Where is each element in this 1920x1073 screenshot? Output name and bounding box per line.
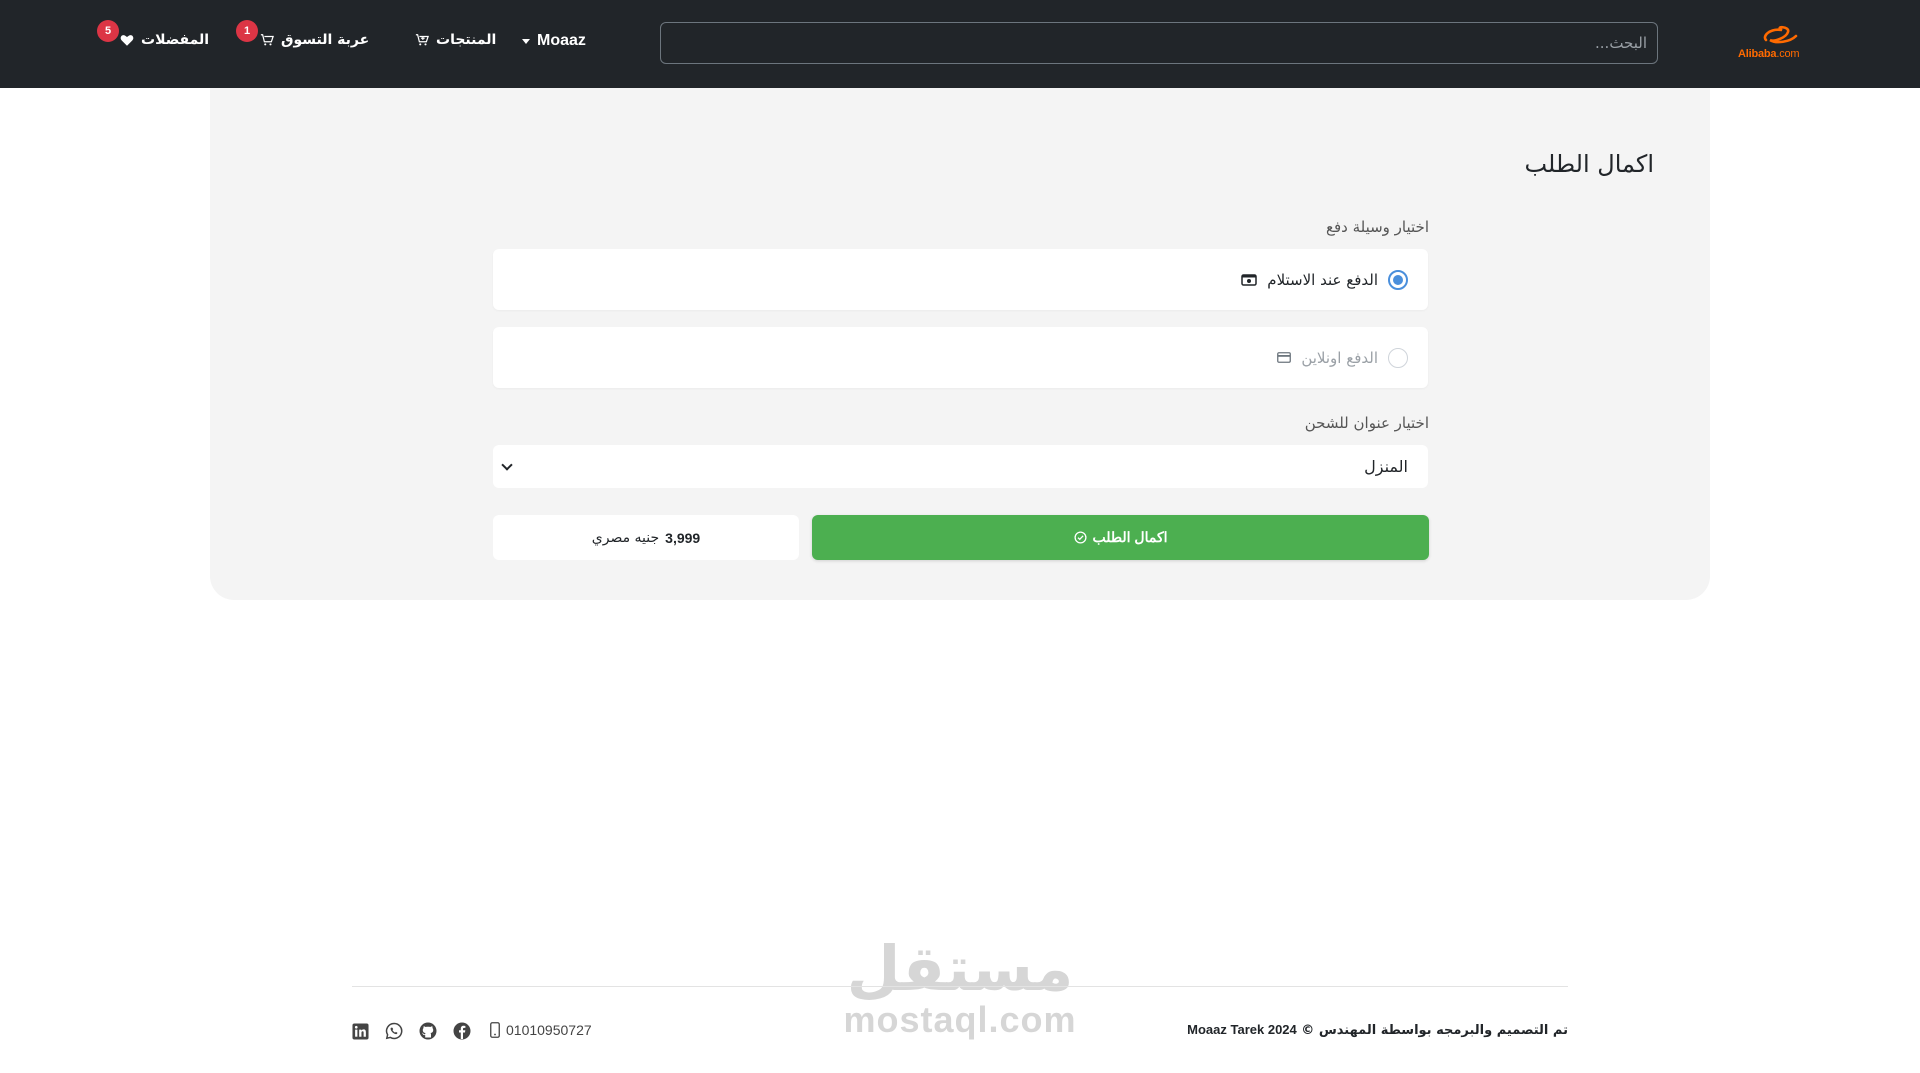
heart-icon	[120, 34, 134, 47]
complete-order-label: اكمال الطلب	[1092, 529, 1168, 545]
copyright-prefix: تم التصميم والبرمجه بواسطة المهندس ©	[1301, 1023, 1568, 1038]
logo-text: Alibaba.com	[1738, 48, 1800, 60]
order-total: 3,999 جنيه مصري	[493, 515, 799, 560]
payment-radio-cod[interactable]	[1388, 269, 1408, 290]
check-circle-icon	[1073, 531, 1087, 544]
whatsapp-icon[interactable]	[384, 1021, 404, 1041]
alibaba-logo-icon	[1763, 25, 1798, 44]
mostaql-watermark: مستقل mostaql.com	[840, 938, 1080, 1040]
favorites-count-badge: 5	[97, 20, 119, 42]
alibaba-logo[interactable]: Alibaba.com	[1736, 24, 1816, 64]
nav-products-link[interactable]: المنتجات	[415, 32, 496, 48]
github-icon[interactable]	[418, 1021, 438, 1041]
footer-copyright: تم التصميم والبرمجه بواسطة المهندس © Moa…	[1187, 1022, 1568, 1038]
nav-cart-label: عربة التسوق	[281, 32, 370, 48]
nav-favorites-link[interactable]: المفضلات	[120, 32, 209, 48]
copyright-name: Moaaz Tarek 2024	[1187, 1022, 1297, 1037]
shipping-address-value: المنزل	[1364, 457, 1408, 476]
checkout-card: اكمال الطلب اختيار وسيلة دفع الدفع عند ا…	[210, 88, 1710, 600]
payment-method-label: اختيار وسيلة دفع	[1325, 218, 1429, 236]
watermark-arabic: مستقل	[846, 932, 1074, 1005]
facebook-icon[interactable]	[452, 1021, 472, 1041]
complete-order-button[interactable]: اكمال الطلب	[812, 515, 1429, 560]
phone-number: 01010950727	[506, 1022, 592, 1038]
payment-option-cod[interactable]: الدفع عند الاستلام	[493, 249, 1428, 310]
order-total-currency: جنيه مصري	[591, 529, 660, 546]
search-input[interactable]	[660, 22, 1658, 64]
linkedin-icon[interactable]	[350, 1021, 370, 1041]
payment-option-online[interactable]: الدفع اونلاين	[493, 327, 1428, 388]
footer-phone[interactable]: 01010950727	[490, 1022, 592, 1038]
cart-icon	[260, 33, 274, 47]
nav-products-label: المنتجات	[436, 32, 497, 48]
caret-down-icon	[522, 38, 530, 44]
footer-divider	[352, 986, 1568, 987]
user-menu-dropdown[interactable]: Moaaz	[522, 32, 586, 50]
navbar: Alibaba.com Moaaz المنتجات عربة التسوق 1…	[0, 0, 1920, 88]
watermark-latin: mostaql.com	[843, 999, 1077, 1040]
chevron-down-icon	[501, 458, 513, 471]
payment-radio-online[interactable]	[1388, 347, 1408, 368]
user-name: Moaaz	[537, 32, 586, 49]
nav-favorites-label: المفضلات	[141, 32, 210, 48]
cash-icon	[1241, 273, 1258, 286]
page-title: اكمال الطلب	[1524, 150, 1654, 178]
cart-plus-icon	[415, 33, 429, 47]
shipping-address-label: اختيار عنوان للشحن	[1304, 414, 1429, 432]
order-total-amount: 3,999	[665, 529, 701, 546]
nav-cart-link[interactable]: عربة التسوق	[260, 32, 369, 48]
credit-card-icon	[1277, 352, 1292, 363]
mobile-phone-icon	[490, 1022, 500, 1038]
payment-option-label: الدفع عند الاستلام	[1267, 270, 1378, 289]
cart-count-badge: 1	[236, 20, 258, 42]
payment-option-label: الدفع اونلاين	[1301, 348, 1378, 367]
shipping-address-select[interactable]: المنزل	[493, 445, 1428, 488]
